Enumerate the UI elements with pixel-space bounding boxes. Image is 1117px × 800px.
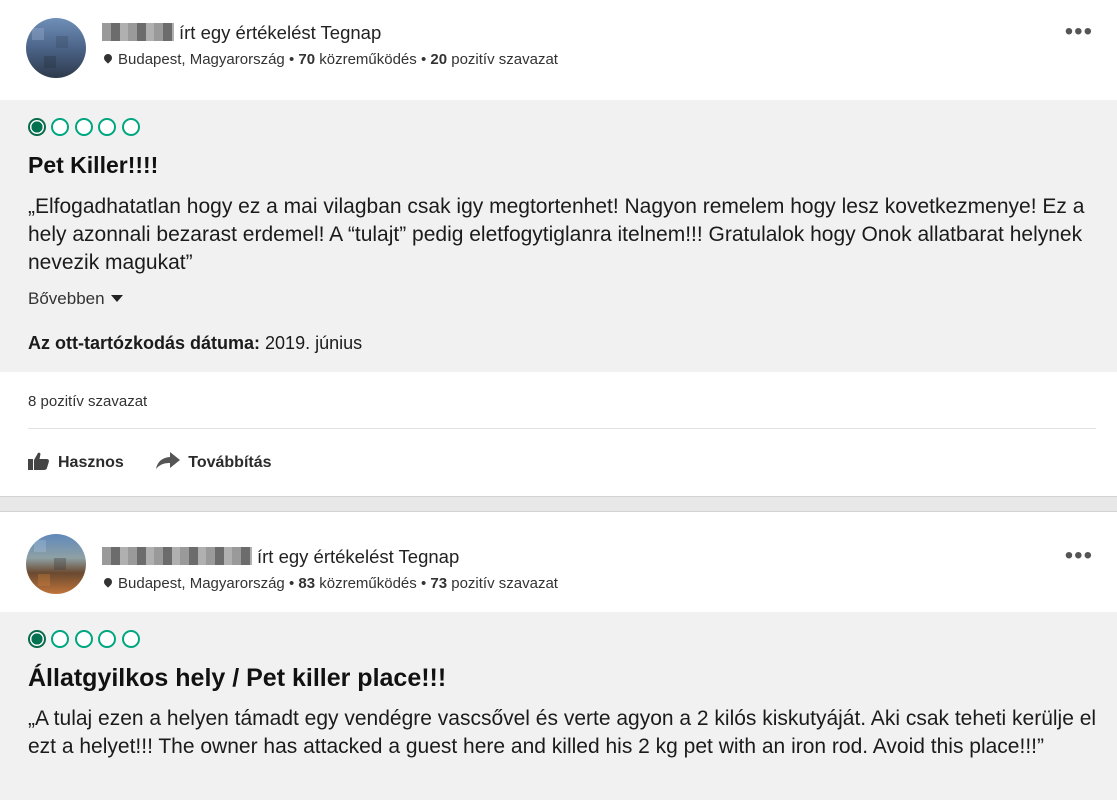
meta-separator: • (288, 51, 295, 68)
author-meta: Budapest, Magyarország • 83 közreműködés… (102, 575, 558, 592)
thumbs-up-icon (28, 452, 49, 470)
avatar[interactable] (26, 18, 86, 78)
divider (28, 428, 1096, 429)
rating-bubbles (28, 630, 141, 652)
review-actions: Hasznos Továbbítás (28, 452, 300, 476)
author-line: írt egy értékelést Tegnap (102, 22, 381, 44)
read-more-label: Bővebben (28, 289, 105, 308)
author-suffix: írt egy értékelést Tegnap (257, 546, 460, 567)
stay-date: Az ott-tartózkodás dátuma: 2019. június (28, 333, 362, 354)
contributions-count: 70 (298, 51, 316, 68)
meta-separator: • (420, 51, 427, 68)
helpful-votes-label: pozitív szavazat (451, 51, 558, 68)
contributions-count: 83 (298, 575, 316, 592)
share-arrow-icon (156, 452, 181, 469)
rating-bubble-filled (28, 630, 46, 648)
read-more-link[interactable]: Bővebben (28, 289, 123, 309)
stay-date-label: Az ott-tartózkodás dátuma: (28, 333, 261, 353)
rating-bubble-empty (74, 630, 93, 648)
review-header: írt egy értékelést Tegnap Budapest, Magy… (0, 512, 1117, 612)
meta-separator: • (288, 575, 295, 592)
author-name-blurred[interactable] (102, 547, 252, 565)
more-options-icon[interactable]: ••• (1065, 20, 1093, 44)
review-card: írt egy értékelést Tegnap Budapest, Magy… (0, 512, 1117, 800)
review-title[interactable]: Pet Killer!!!! (28, 152, 158, 179)
chevron-down-icon (110, 295, 123, 302)
review-card: írt egy értékelést Tegnap Budapest, Magy… (0, 0, 1117, 496)
author-meta: Budapest, Magyarország • 70 közreműködés… (102, 51, 558, 68)
review-votes: 8 pozitív szavazat (28, 393, 148, 410)
review-title[interactable]: Állatgyilkos hely / Pet killer place!!! (28, 664, 446, 693)
rating-bubble-empty (121, 630, 140, 648)
rating-bubbles (28, 118, 141, 140)
helpful-votes-count: 20 (430, 51, 448, 68)
author-line: írt egy értékelést Tegnap (102, 546, 459, 568)
share-label: Továbbítás (188, 454, 272, 471)
contributions-label: közreműködés (319, 51, 417, 68)
helpful-label: Hasznos (58, 454, 124, 471)
review-text: „A tulaj ezen a helyen támadt egy vendég… (28, 707, 1097, 758)
review-body: Pet Killer!!!! „Elfogadhatatlan hogy ez … (0, 100, 1117, 372)
rating-bubble-empty (98, 118, 117, 136)
avatar[interactable] (26, 534, 86, 594)
rating-bubble-empty (51, 630, 70, 648)
share-button[interactable]: Továbbítás (156, 452, 272, 472)
helpful-votes-label: pozitív szavazat (451, 575, 558, 592)
author-name-blurred[interactable] (102, 23, 174, 41)
stay-date-value: 2019. június (265, 333, 363, 353)
helpful-button[interactable]: Hasznos (28, 452, 124, 472)
review-body: Állatgyilkos hely / Pet killer place!!! … (0, 612, 1117, 800)
contributions-label: közreműködés (319, 575, 417, 592)
review-text: „Elfogadhatatlan hogy ez a mai vilagban … (28, 195, 1085, 274)
rating-bubble-empty (74, 118, 93, 136)
meta-separator: • (420, 575, 427, 592)
rating-bubble-empty (51, 118, 70, 136)
location-pin-icon (102, 576, 114, 588)
review-header: írt egy értékelést Tegnap Budapest, Magy… (0, 0, 1117, 100)
rating-bubble-filled (28, 118, 46, 136)
helpful-votes-count: 73 (430, 575, 448, 592)
rating-bubble-empty (98, 630, 117, 648)
rating-bubble-empty (121, 118, 140, 136)
review-separator (0, 496, 1117, 512)
author-suffix: írt egy értékelést Tegnap (179, 22, 382, 43)
more-options-icon[interactable]: ••• (1065, 544, 1093, 568)
author-location: Budapest, Magyarország (118, 575, 285, 592)
location-pin-icon (102, 52, 114, 64)
author-location: Budapest, Magyarország (118, 51, 285, 68)
